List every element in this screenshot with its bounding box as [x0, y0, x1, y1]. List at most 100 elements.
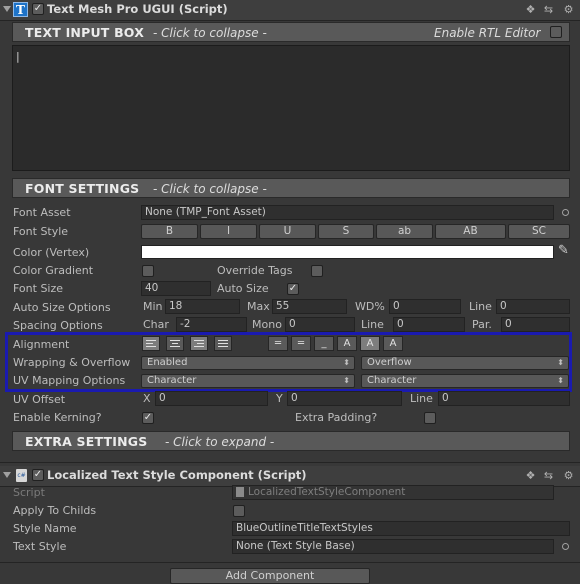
section-subtitle: - Click to collapse - — [153, 26, 267, 40]
auto-size-label: Auto Size — [217, 282, 269, 295]
component-title: Localized Text Style Component (Script) — [47, 468, 307, 482]
presets-icon[interactable]: ⇆ — [543, 4, 554, 15]
valign-midline-button[interactable]: A — [360, 336, 380, 351]
override-tags-label: Override Tags — [217, 264, 293, 277]
align-center-button[interactable] — [166, 336, 184, 351]
dropdown-arrow-icon: ⬍ — [343, 358, 350, 367]
object-picker-icon[interactable] — [562, 209, 569, 216]
section-subtitle: - Click to expand - — [165, 435, 275, 449]
foldout-arrow-icon[interactable] — [3, 6, 11, 12]
color-vertex-label: Color (Vertex) — [13, 246, 90, 259]
underline-button[interactable]: U — [259, 224, 316, 239]
spacing-options-label: Spacing Options — [13, 319, 103, 332]
mono-label: Mono — [252, 318, 282, 331]
max-label: Max — [247, 300, 270, 313]
presets-icon[interactable]: ⇆ — [543, 470, 554, 481]
font-settings-section-header[interactable]: FONT SETTINGS - Click to collapse - — [12, 178, 570, 198]
align-right-button[interactable] — [190, 336, 208, 351]
min-label: Min — [143, 300, 163, 313]
uv-horizontal-dropdown[interactable]: Character ⬍ — [141, 374, 355, 388]
uv-horizontal-value: Character — [147, 375, 197, 386]
align-justify-button[interactable] — [214, 336, 232, 351]
paragraph-label: Par. — [472, 318, 492, 331]
bold-button[interactable]: B — [141, 224, 198, 239]
font-asset-field[interactable]: None (TMP_Font Asset) — [141, 205, 554, 220]
uv-x-field[interactable]: 0 — [155, 391, 268, 406]
dropdown-arrow-icon: ⬍ — [343, 376, 350, 385]
smallcaps-button[interactable]: SC — [508, 224, 570, 239]
gear-icon[interactable]: ⚙ — [563, 4, 574, 15]
min-field[interactable]: 18 — [165, 299, 240, 314]
dropdown-arrow-icon: ⬍ — [557, 358, 564, 367]
apply-to-childs-checkbox[interactable] — [233, 505, 245, 517]
font-style-label: Font Style — [13, 225, 69, 238]
strikethrough-button[interactable]: S — [318, 224, 374, 239]
uv-vertical-dropdown[interactable]: Character ⬍ — [361, 374, 569, 388]
valign-bottom-button[interactable]: _ — [314, 336, 334, 351]
valign-capline-button[interactable]: A — [383, 336, 403, 351]
mono-field[interactable]: 0 — [285, 317, 355, 332]
align-left-button[interactable] — [142, 336, 160, 351]
color-gradient-checkbox[interactable] — [142, 265, 154, 277]
component-header-localized[interactable]: c# ✓ Localized Text Style Component (Scr… — [0, 466, 580, 487]
uv-y-label: Y — [276, 392, 283, 405]
uv-vertical-value: Character — [367, 375, 417, 386]
eyedropper-icon[interactable]: ✎ — [558, 243, 569, 258]
uppercase-button[interactable]: AB — [435, 224, 506, 239]
style-name-label: Style Name — [13, 522, 77, 535]
script-field: LocalizedTextStyleComponent — [232, 485, 554, 500]
line-label: Line — [469, 300, 492, 313]
extra-padding-checkbox[interactable] — [424, 412, 436, 424]
valign-top-button[interactable]: ═ — [268, 336, 288, 351]
char-field[interactable]: -2 — [176, 317, 247, 332]
component-title: Text Mesh Pro UGUI (Script) — [47, 2, 228, 16]
help-book-icon[interactable]: ❖ — [525, 470, 536, 481]
add-component-button[interactable]: Add Component — [170, 568, 370, 584]
override-tags-checkbox[interactable] — [311, 265, 323, 277]
extra-settings-section-header[interactable]: EXTRA SETTINGS - Click to expand - — [12, 431, 570, 451]
extra-padding-label: Extra Padding? — [295, 411, 378, 424]
gear-icon[interactable]: ⚙ — [563, 470, 574, 481]
divider — [0, 562, 580, 563]
script-file-icon — [236, 487, 244, 497]
uv-y-field[interactable]: 0 — [287, 391, 402, 406]
line-field[interactable]: 0 — [496, 299, 570, 314]
lowercase-button[interactable]: ab — [376, 224, 433, 239]
component-enabled-checkbox[interactable]: ✓ — [32, 3, 44, 15]
component-header-tmp[interactable]: T ✓ Text Mesh Pro UGUI (Script) ❖ ⇆ ⚙ — [0, 0, 580, 21]
text-style-field[interactable]: None (Text Style Base) — [232, 539, 554, 554]
spacing-line-field[interactable]: 0 — [393, 317, 465, 332]
wd-field[interactable]: 0 — [389, 299, 461, 314]
dropdown-arrow-icon: ⬍ — [557, 376, 564, 385]
uv-line-label: Line — [410, 392, 433, 405]
wrapping-overflow-label: Wrapping & Overflow — [13, 356, 131, 369]
uv-line-field[interactable]: 0 — [438, 391, 570, 406]
uv-offset-label: UV Offset — [13, 393, 66, 406]
valign-baseline-button[interactable]: A — [337, 336, 357, 351]
section-title: EXTRA SETTINGS — [25, 434, 148, 449]
rtl-editor-label: Enable RTL Editor — [434, 26, 541, 40]
textmeshpro-icon: T — [13, 2, 28, 17]
help-book-icon[interactable]: ❖ — [525, 4, 536, 15]
valign-middle-button[interactable]: ═ — [291, 336, 311, 351]
paragraph-field[interactable]: 0 — [501, 317, 570, 332]
font-size-field[interactable]: 40 — [141, 281, 211, 296]
component-enabled-checkbox[interactable]: ✓ — [32, 469, 44, 481]
text-input-area[interactable]: | — [12, 45, 570, 171]
max-field[interactable]: 55 — [272, 299, 347, 314]
overflow-dropdown[interactable]: Overflow ⬍ — [361, 356, 569, 370]
italic-button[interactable]: I — [200, 224, 257, 239]
enable-kerning-checkbox[interactable]: ✓ — [142, 412, 154, 424]
object-picker-icon[interactable] — [562, 543, 569, 550]
vertex-color-swatch[interactable] — [141, 245, 554, 259]
auto-size-checkbox[interactable]: ✓ — [287, 283, 299, 295]
foldout-arrow-icon[interactable] — [3, 472, 11, 478]
script-value: LocalizedTextStyleComponent — [248, 486, 406, 498]
script-label: Script — [13, 486, 45, 499]
color-gradient-label: Color Gradient — [13, 264, 94, 277]
style-name-field[interactable]: BlueOutlineTitleTextStyles — [232, 521, 570, 536]
rtl-editor-checkbox[interactable] — [550, 26, 562, 38]
wrapping-dropdown[interactable]: Enabled ⬍ — [141, 356, 355, 370]
text-style-label: Text Style — [13, 540, 67, 553]
text-input-section-header[interactable]: TEXT INPUT BOX - Click to collapse - Ena… — [12, 22, 570, 42]
